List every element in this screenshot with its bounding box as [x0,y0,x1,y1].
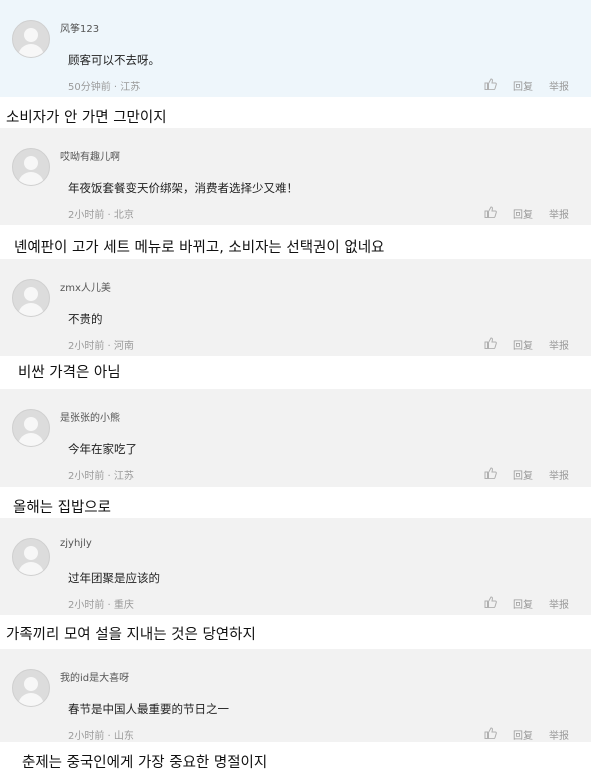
report-button[interactable]: 举报 [549,727,569,742]
comment-meta: 2小时前 · 山东 [68,731,134,742]
reply-button[interactable]: 回复 [513,337,533,352]
avatar[interactable] [12,538,50,576]
report-button[interactable]: 举报 [549,596,569,611]
translation-line: 춘제는 중국인에게 가장 중요한 명절이지 [0,742,591,777]
comment-item: 是张张的小熊 今年在家吃了 2小时前 · 江苏 回复 举报 [0,389,591,487]
translation-line: 가족끼리 모여 설을 지내는 것은 당연하지 [0,615,591,649]
avatar[interactable] [12,669,50,707]
avatar[interactable] [12,279,50,317]
translation-text: 올해는 집밥으로 [13,500,111,516]
comment-feed: 风筝123 顾客可以不去呀。 50分钟前 · 江苏 回复 举报 소비자가 안 가… [0,0,591,777]
report-button[interactable]: 举报 [549,78,569,93]
reply-button[interactable]: 回复 [513,727,533,742]
comment-text: 今年在家吃了 [68,442,137,456]
username[interactable]: zmx人儿美 [60,279,111,294]
username[interactable]: 是张张的小熊 [60,409,120,424]
translation-line: 녠예판이 고가 세트 메뉴로 바뀌고, 소비자는 선택권이 없네요 [0,225,591,259]
comment-meta: 2小时前 · 河南 [68,341,134,352]
translation-line: 비싼 가격은 아님 [0,356,591,389]
translation-text: 비싼 가격은 아님 [18,365,121,381]
comment-item: 我的id是大喜呀 春节是中国人最重要的节日之一 2小时前 · 山东 回复 举报 [0,649,591,742]
comment-meta: 2小时前 · 江苏 [68,471,134,482]
reply-button[interactable]: 回复 [513,596,533,611]
translation-line: 소비자가 안 가면 그만이지 [0,97,591,128]
comment-item: 风筝123 顾客可以不去呀。 50分钟前 · 江苏 回复 举报 [0,0,591,97]
translation-text: 가족끼리 모여 설을 지내는 것은 당연하지 [6,627,256,643]
comment-item: 哎呦有趣儿啊 年夜饭套餐变天价绑架，消费者选择少又难！ 2小时前 · 北京 回复… [0,128,591,225]
comment-meta: 2小时前 · 北京 [68,210,134,221]
reply-button[interactable]: 回复 [513,78,533,93]
comment-item: zmx人儿美 不贵的 2小时前 · 河南 回复 举报 [0,259,591,356]
avatar[interactable] [12,20,50,58]
reply-button[interactable]: 回复 [513,467,533,482]
thumbs-up-icon[interactable] [484,206,497,218]
translation-line: 올해는 집밥으로 [0,487,591,518]
comment-meta: 2小时前 · 重庆 [68,600,134,611]
comment-text: 春节是中国人最重要的节日之一 [68,702,229,716]
report-button[interactable]: 举报 [549,467,569,482]
report-button[interactable]: 举报 [549,337,569,352]
comment-meta: 50分钟前 · 江苏 [68,82,141,93]
comment-text: 顾客可以不去呀。 [68,53,160,67]
comment-text: 过年团聚是应该的 [68,571,160,585]
comment-item: zjyhjly 过年团聚是应该的 2小时前 · 重庆 回复 举报 [0,518,591,615]
report-button[interactable]: 举报 [549,206,569,221]
translation-text: 녠예판이 고가 세트 메뉴로 바뀌고, 소비자는 선택권이 없네요 [14,240,385,256]
username[interactable]: 风筝123 [60,20,99,35]
translation-text: 소비자가 안 가면 그만이지 [6,110,167,126]
username[interactable]: 我的id是大喜呀 [60,669,129,684]
thumbs-up-icon[interactable] [484,727,497,739]
avatar[interactable] [12,409,50,447]
thumbs-up-icon[interactable] [484,467,497,479]
thumbs-up-icon[interactable] [484,337,497,349]
reply-button[interactable]: 回复 [513,206,533,221]
translation-text: 춘제는 중국인에게 가장 중요한 명절이지 [22,755,268,771]
comment-text: 年夜饭套餐变天价绑架，消费者选择少又难！ [68,181,298,195]
thumbs-up-icon[interactable] [484,596,497,608]
username[interactable]: 哎呦有趣儿啊 [60,148,120,163]
avatar[interactable] [12,148,50,186]
username[interactable]: zjyhjly [60,538,92,549]
comment-text: 不贵的 [68,312,103,326]
thumbs-up-icon[interactable] [484,78,497,90]
